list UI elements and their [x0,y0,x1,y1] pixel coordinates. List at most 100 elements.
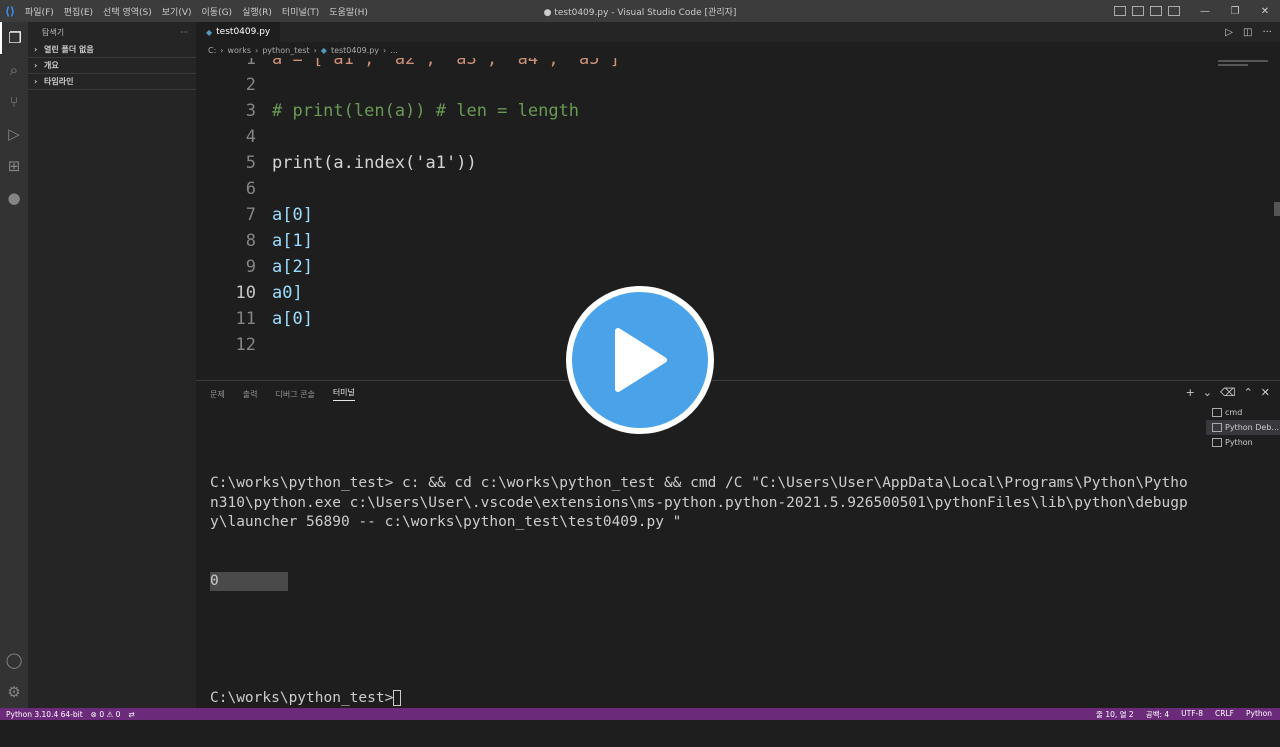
run-file-icon[interactable]: ▷ [1225,27,1233,38]
terminal-cursor [393,689,402,706]
explorer-icon[interactable]: ❐ [0,22,28,54]
problems-indicator[interactable]: ⊗ 0 ⚠ 0 [91,710,121,719]
indentation[interactable]: 공백: 4 [1146,709,1169,720]
terminal-output[interactable]: C:\works\python_test> c: && cd c:\works\… [210,435,1190,747]
panel-tabs: 문제 출력 디버그 콘솔 터미널 [196,381,1280,407]
run-debug-icon[interactable]: ▷ [0,118,28,150]
line-number: 11 [235,309,256,329]
tab-terminal[interactable]: 터미널 [332,387,355,401]
line-number: 2 [245,75,256,95]
terminal-icon [1212,423,1222,432]
code-line: 8 a[1] [196,228,313,254]
account-icon[interactable]: ◯ [0,644,28,676]
close-panel-icon[interactable]: ✕ [1261,386,1270,399]
vscode-logo-icon: ⟨⟩ [4,4,16,18]
minimize-icon[interactable]: — [1190,6,1220,17]
breadcrumb-item[interactable]: C: [208,46,216,55]
play-button[interactable] [566,286,714,434]
code-editor[interactable]: 1 a = ['a1', 'a2', 'a3', 'a4', 'a5'] 2 3… [196,58,1280,380]
section-outline[interactable]: › 개요 [28,58,196,74]
code-line: 12 [196,332,256,358]
language-mode[interactable]: Python [1246,709,1272,720]
breadcrumb-item[interactable]: python_test [262,46,309,55]
terminal-item-label: cmd [1225,408,1243,417]
breadcrumb-item[interactable]: ... [390,46,398,55]
line-text: a0] [272,283,303,303]
gear-icon[interactable]: ⚙ [0,676,28,708]
menu-run[interactable]: 실행(R) [237,5,277,18]
more-actions-icon[interactable]: ··· [180,28,188,37]
chevron-down-icon[interactable]: ⌄ [1203,386,1212,399]
sidebar-title: 탐색기 [42,27,65,37]
python-interpreter[interactable]: Python 3.10.4 64-bit [6,710,83,719]
line-number: 8 [245,231,256,251]
extensions-icon[interactable]: ⊞ [0,150,28,182]
line-number: 4 [245,127,256,147]
chevron-right-icon: › [383,45,387,55]
status-bar: Python 3.10.4 64-bit ⊗ 0 ⚠ 0 ⇄ 줄 10, 열 2… [0,708,1280,720]
section-timeline[interactable]: › 타임라인 [28,74,196,90]
play-icon [615,328,667,392]
python-icon[interactable]: ● [0,182,28,214]
breadcrumb-item[interactable]: works [227,46,251,55]
line-text: a[1] [272,231,313,251]
minimap[interactable] [1218,58,1268,78]
menu-help[interactable]: 도움말(H) [324,5,373,18]
tab-test0409[interactable]: ◆ test0409.py [196,22,281,42]
encoding[interactable]: UTF-8 [1181,709,1203,720]
toggle-panel-icon[interactable] [1132,6,1144,16]
section-label: 열린 폴더 없음 [44,45,94,54]
explorer-sidebar: 탐색기 ··· › 열린 폴더 없음 › 개요 › 타임라인 [28,22,196,708]
panel-actions: + ⌄ ⌫ ⌃ ✕ [1186,386,1270,399]
section-no-folder[interactable]: › 열린 폴더 없음 [28,42,196,58]
split-editor-icon[interactable]: ◫ [1243,27,1252,38]
code-line: 7 a[0] [196,202,313,228]
end-of-line[interactable]: CRLF [1215,709,1234,720]
tab-problems[interactable]: 문제 [210,389,225,400]
editor-tabs: ◆ test0409.py ▷ ◫ ··· [196,22,1280,42]
window-controls: — ❐ ✕ [1190,0,1280,22]
terminal-item-label: Python [1225,438,1253,447]
chevron-right-icon: › [220,45,224,55]
new-terminal-icon[interactable]: + [1186,386,1195,399]
tab-debug-console[interactable]: 디버그 콘솔 [275,389,314,400]
breadcrumb-item[interactable]: test0409.py [331,46,379,55]
search-icon[interactable]: ⌕ [0,54,28,86]
terminal-prompt: C:\works\python_test> [210,689,394,706]
terminal-item-python-debug[interactable]: Python Deb... [1206,420,1280,435]
line-text: a = ['a1', 'a2', 'a3', 'a4', 'a5'] [272,58,620,69]
line-number: 10 [235,283,256,303]
terminal-item-python[interactable]: Python [1206,435,1280,450]
section-label: 타임라인 [44,77,74,86]
customize-layout-icon[interactable] [1168,6,1180,16]
tab-output[interactable]: 출력 [243,389,258,400]
code-line: 2 [196,72,256,98]
menu-view[interactable]: 보기(V) [157,5,197,18]
menu-terminal[interactable]: 터미널(T) [277,5,324,18]
trash-icon[interactable]: ⌫ [1220,386,1236,399]
cursor-position[interactable]: 줄 10, 열 2 [1096,709,1134,720]
bottom-panel: 문제 출력 디버그 콘솔 터미널 + ⌄ ⌫ ⌃ ✕ C:\works\pyth… [196,380,1280,709]
editor-actions: ▷ ◫ ··· [1225,22,1272,42]
terminal-item-cmd[interactable]: cmd [1206,405,1280,420]
toggle-sidebar-icon[interactable] [1114,6,1126,16]
menu-go[interactable]: 이동(G) [197,5,238,18]
maximize-panel-icon[interactable]: ⌃ [1244,386,1253,399]
line-number: 5 [245,153,256,173]
debug-icon[interactable]: ⇄ [128,710,134,719]
restore-icon[interactable]: ❐ [1220,6,1250,17]
menu-file[interactable]: 파일(F) [20,5,59,18]
source-control-icon[interactable]: ⑂ [0,86,28,118]
close-icon[interactable]: ✕ [1250,6,1280,17]
menu-edit[interactable]: 편집(E) [59,5,98,18]
code-line: 11 a[0] [196,306,313,332]
toggle-secondary-sidebar-icon[interactable] [1150,6,1162,16]
menu-selection[interactable]: 선택 영역(S) [98,5,157,18]
breadcrumb: C: › works › python_test › ◆ test0409.py… [196,42,1280,58]
more-actions-icon[interactable]: ··· [1262,27,1272,38]
tab-label: test0409.py [216,27,271,37]
terminal-icon [1212,438,1222,447]
section-label: 개요 [44,61,59,70]
editor-scrollbar[interactable] [1274,58,1280,380]
editor-area: ◆ test0409.py ▷ ◫ ··· C: › works › pytho… [196,22,1280,709]
